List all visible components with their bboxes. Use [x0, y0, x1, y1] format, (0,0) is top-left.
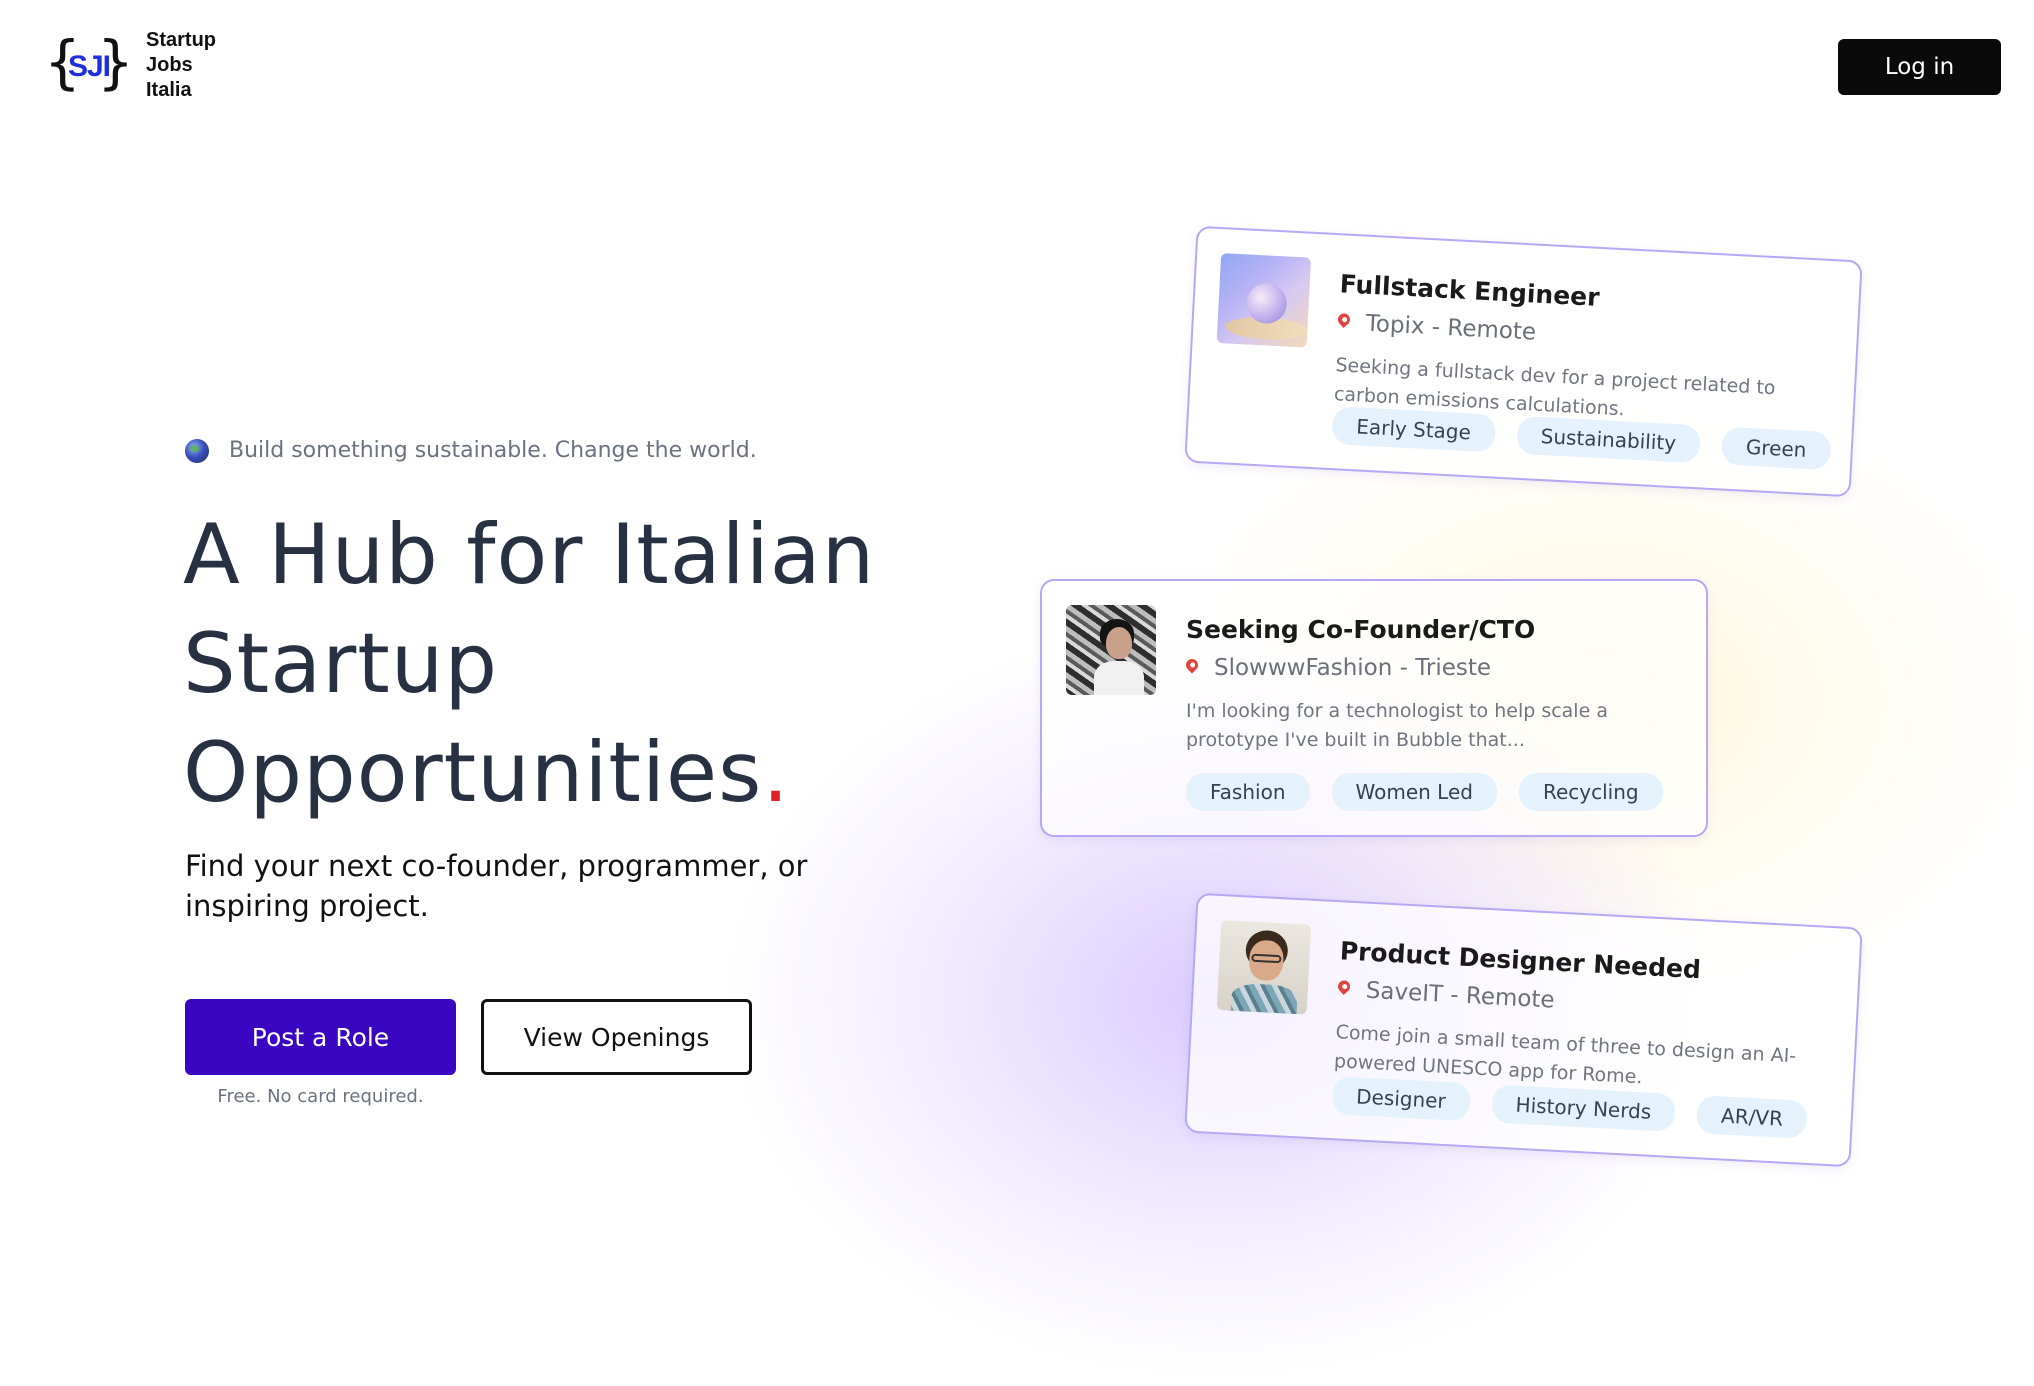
globe-icon: [185, 438, 209, 463]
hero-headline: A Hub for Italian Startup Opportunities.: [183, 500, 903, 827]
logo-line: Startup: [146, 29, 216, 51]
job-title: Product Designer Needed: [1339, 936, 1702, 985]
login-button[interactable]: Log in: [1838, 39, 2001, 95]
job-location: Topix - Remote: [1335, 309, 1537, 346]
logo-line: Italia: [146, 79, 192, 101]
landing-page: { SJI } Startup Jobs Italia Log in Build…: [0, 0, 2034, 1386]
logo-line: Jobs: [146, 54, 193, 76]
headline-line: Startup: [183, 615, 499, 712]
company-logo-image: [1216, 253, 1312, 348]
headline-line-last: Opportunities.: [183, 718, 903, 827]
location-text: SaveIT - Remote: [1365, 977, 1556, 1014]
tag[interactable]: Fashion: [1186, 773, 1310, 811]
headline-text: Opportunities: [183, 724, 763, 821]
tag-list: Fashion Women Led Recycling: [1186, 773, 1663, 811]
logo-wordmark: Startup Jobs Italia: [146, 28, 216, 103]
tag[interactable]: AR/VR: [1696, 1095, 1808, 1139]
location-text: SlowwwFashion - Trieste: [1214, 655, 1492, 681]
job-card[interactable]: Seeking Co-Founder/CTO SlowwwFashion - T…: [1040, 579, 1708, 837]
pin-icon: [1335, 311, 1353, 329]
avatar: [1216, 920, 1312, 1015]
job-card[interactable]: Product Designer Needed SaveIT - Remote …: [1184, 892, 1863, 1168]
job-location: SaveIT - Remote: [1335, 976, 1556, 1014]
job-title: Seeking Co-Founder/CTO: [1186, 615, 1536, 644]
post-role-button[interactable]: Post a Role: [185, 999, 456, 1075]
hero-tagline: Build something sustainable. Change the …: [185, 438, 757, 463]
tag[interactable]: Women Led: [1331, 773, 1497, 811]
tagline-text: Build something sustainable. Change the …: [229, 438, 757, 463]
location-text: Topix - Remote: [1365, 310, 1537, 346]
job-location: SlowwwFashion - Trieste: [1183, 655, 1492, 681]
job-card[interactable]: Fullstack Engineer Topix - Remote Seekin…: [1184, 225, 1863, 498]
tag[interactable]: Recycling: [1518, 773, 1663, 811]
view-openings-button[interactable]: View Openings: [481, 999, 752, 1075]
job-description: I'm looking for a technologist to help s…: [1186, 700, 1608, 751]
pin-icon: [1183, 656, 1201, 674]
headline-dot: .: [762, 724, 790, 821]
braces-logo-icon: { SJI }: [44, 27, 134, 96]
headline-line: A Hub for Italian: [183, 506, 876, 603]
pin-icon: [1335, 978, 1353, 996]
tag[interactable]: Green: [1720, 426, 1832, 471]
avatar: [1066, 605, 1156, 695]
tag[interactable]: Designer: [1331, 1076, 1471, 1122]
tag[interactable]: Early Stage: [1331, 406, 1496, 453]
site-logo[interactable]: { SJI } Startup Jobs Italia: [44, 27, 216, 103]
job-title: Fullstack Engineer: [1339, 269, 1601, 312]
cta-note: Free. No card required.: [217, 1086, 424, 1107]
hero-subhead: Find your next co-founder, programmer, o…: [185, 849, 808, 923]
